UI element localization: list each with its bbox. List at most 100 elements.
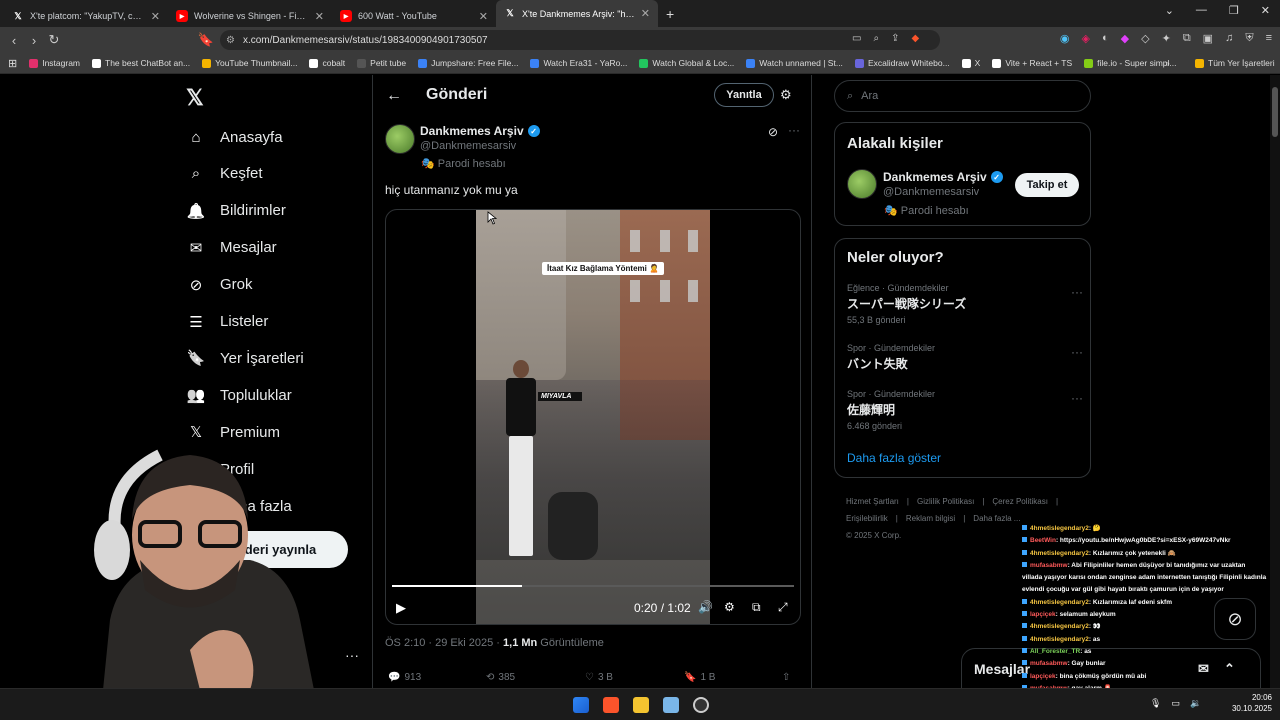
extension-icon[interactable]: ◐ bbox=[1102, 32, 1109, 45]
extension-icon[interactable]: ✦ bbox=[1162, 32, 1171, 45]
obs-icon[interactable] bbox=[693, 697, 709, 713]
footer-link[interactable]: Hizmet Şartları bbox=[846, 497, 899, 506]
url-field[interactable]: ⚙ x.com/Dankmemesarsiv/status/1983400904… bbox=[220, 30, 940, 50]
nav-item[interactable]: ☰ Listeler bbox=[186, 312, 268, 332]
close-tab-icon[interactable]: ✕ bbox=[479, 10, 488, 23]
file-explorer-icon[interactable] bbox=[633, 697, 649, 713]
browser-tab[interactable]: 𝕏X'te Dankmemes Arşiv: "hiç utan✕ bbox=[496, 0, 658, 27]
trend-more-icon[interactable]: ··· bbox=[1071, 345, 1083, 359]
bookmark-item[interactable]: X bbox=[961, 58, 980, 68]
bookmark-item[interactable]: Vite + React + TS bbox=[992, 58, 1072, 68]
share-action[interactable]: ⇧ bbox=[782, 672, 790, 683]
trend-item[interactable]: Eğlence · Gündemdekiler スーパー戦隊シリーズ 55,3 B … bbox=[847, 283, 966, 325]
author-name-row[interactable]: Dankmemes Arşiv ✓ bbox=[420, 124, 540, 138]
play-icon[interactable]: ▶ bbox=[396, 600, 406, 616]
reload-icon[interactable]: ↻ bbox=[44, 32, 64, 48]
video-player[interactable]: İtaat Kız Bağlama Yöntemi 🙎 MIYAVLA ▶ 0:… bbox=[385, 209, 801, 625]
author-name[interactable]: Dankmemes Arşiv bbox=[420, 124, 524, 138]
fullscreen-icon[interactable]: ⤢ bbox=[778, 600, 788, 615]
related-handle[interactable]: @Dankmemesarsiv bbox=[883, 186, 979, 198]
extension-icon[interactable]: ◉ bbox=[1060, 32, 1070, 45]
bookmark-page-icon[interactable]: 🔖 bbox=[196, 32, 216, 48]
close-tab-icon[interactable]: ✕ bbox=[641, 7, 650, 20]
extension-icon[interactable]: ◈ bbox=[1082, 32, 1090, 45]
video-frame[interactable]: İtaat Kız Bağlama Yöntemi 🙎 MIYAVLA bbox=[476, 210, 710, 624]
speaker-icon[interactable]: 🔉 bbox=[1190, 698, 1201, 709]
bookmark-item[interactable]: Watch Era31 - YaRo... bbox=[530, 58, 627, 68]
nav-item[interactable]: 🔔 Bildirimler bbox=[186, 201, 286, 221]
video-progress-bar[interactable] bbox=[392, 585, 794, 587]
trend-item[interactable]: Spor · Gündemdekiler バント失敗 bbox=[847, 343, 935, 372]
reply-button[interactable]: Yanıtla bbox=[714, 83, 774, 107]
reply-action[interactable]: 💬 913 bbox=[388, 672, 421, 683]
search-box[interactable]: ⌕ Ara bbox=[834, 80, 1091, 112]
footer-link[interactable]: Erişilebilirlik bbox=[846, 514, 888, 523]
bookmark-item[interactable]: YouTube Thumbnail... bbox=[202, 58, 297, 68]
tab-search-icon[interactable]: ⌄ bbox=[1165, 4, 1174, 17]
site-info-icon[interactable]: ⚙ bbox=[226, 35, 235, 46]
bookmark-item[interactable]: cobalt bbox=[309, 58, 345, 68]
music-icon[interactable]: ♫ bbox=[1225, 32, 1233, 45]
extension-icon[interactable]: ◆ bbox=[1121, 32, 1129, 45]
nav-item[interactable]: ⌂ Anasayfa bbox=[186, 127, 282, 147]
brave-browser-icon[interactable] bbox=[603, 697, 619, 713]
monitor-icon[interactable]: ▭ bbox=[1171, 698, 1180, 709]
nav-item[interactable]: ✉ Mesajlar bbox=[186, 238, 277, 258]
share-icon[interactable]: ⇪ bbox=[891, 33, 899, 44]
retweet-action[interactable]: ⟲ 385 bbox=[486, 672, 515, 683]
mic-icon[interactable]: 🎙 bbox=[1150, 698, 1161, 709]
more-options-icon[interactable]: ··· bbox=[788, 123, 800, 137]
sliders-icon[interactable]: ⚙ bbox=[780, 87, 792, 103]
photos-icon[interactable] bbox=[663, 697, 679, 713]
related-name[interactable]: Dankmemes Arşiv bbox=[883, 170, 987, 184]
brave-shield-icon[interactable]: ◆ bbox=[911, 33, 919, 44]
close-tab-icon[interactable]: ✕ bbox=[315, 10, 324, 23]
settings-icon[interactable]: ⚙ bbox=[724, 600, 735, 614]
show-more-link[interactable]: Daha fazla göster bbox=[847, 451, 941, 465]
start-icon[interactable] bbox=[573, 697, 589, 713]
grok-explain-icon[interactable]: ⊘ bbox=[768, 125, 778, 139]
wallet-icon[interactable]: ⛨ bbox=[1245, 32, 1253, 45]
avatar[interactable] bbox=[385, 124, 415, 154]
author-handle[interactable]: @Dankmemesarsiv bbox=[420, 140, 516, 152]
new-tab-button[interactable]: + bbox=[666, 6, 674, 22]
bookmark-action[interactable]: 🔖 1 B bbox=[684, 672, 715, 683]
follow-button[interactable]: Takip et bbox=[1015, 173, 1079, 197]
footer-link[interactable]: Gizlilik Politikası bbox=[917, 497, 974, 506]
nav-item[interactable]: ⌕ Keşfet bbox=[186, 164, 263, 184]
account-menu-icon[interactable]: ··· bbox=[345, 647, 359, 663]
browser-tab[interactable]: ▶ 600 Watt - YouTube ✕ bbox=[332, 5, 496, 27]
close-tab-icon[interactable]: ✕ bbox=[151, 10, 160, 23]
apps-icon[interactable]: ⊞ bbox=[8, 57, 17, 70]
extension-icon[interactable]: ◇ bbox=[1141, 32, 1149, 45]
bookmark-item[interactable]: The best ChatBot an... bbox=[92, 58, 190, 68]
back-arrow-icon[interactable]: ← bbox=[386, 87, 402, 105]
related-name-row[interactable]: Dankmemes Arşiv ✓ bbox=[883, 170, 1003, 184]
minimize-button[interactable]: — bbox=[1196, 4, 1207, 17]
maximize-button[interactable]: ❐ bbox=[1229, 4, 1239, 17]
x-logo-icon[interactable]: 𝕏 bbox=[186, 85, 204, 111]
bookmark-item[interactable]: Watch unnamed | St... bbox=[746, 58, 843, 68]
bookmark-item[interactable]: Petit tube bbox=[357, 58, 406, 68]
forward-icon[interactable]: › bbox=[24, 33, 44, 48]
pip-icon[interactable]: ⧉ bbox=[752, 600, 761, 615]
cast-icon[interactable]: ▭ bbox=[852, 33, 861, 44]
trend-item[interactable]: Spor · Gündemdekiler 佐藤輝明 6.468 gönderi bbox=[847, 389, 935, 431]
volume-icon[interactable]: 🔊 bbox=[698, 600, 713, 614]
bookmark-item[interactable]: file.io - Super simpl... bbox=[1084, 58, 1177, 68]
nav-item[interactable]: ⊘ Grok bbox=[186, 275, 253, 295]
footer-link[interactable]: Çerez Politikası bbox=[992, 497, 1048, 506]
extensions-puzzle-icon[interactable]: ⧉ bbox=[1183, 32, 1191, 45]
related-avatar[interactable] bbox=[847, 169, 877, 199]
nav-item[interactable]: 👥 Topluluklar bbox=[186, 385, 292, 405]
trend-more-icon[interactable]: ··· bbox=[1071, 391, 1083, 405]
bookmarks-overflow-icon[interactable]: » bbox=[1165, 58, 1170, 68]
browser-tab[interactable]: ▶Wolverine vs Shingen - Fight Scene -✕ bbox=[168, 5, 332, 27]
sidebar-icon[interactable]: ▣ bbox=[1203, 32, 1213, 45]
bookmark-item[interactable]: Excalidraw Whitebo... bbox=[854, 58, 950, 68]
nav-item[interactable]: 🔖 Yer İşaretleri bbox=[186, 348, 304, 368]
footer-link[interactable]: Reklam bilgisi bbox=[906, 514, 955, 523]
bookmark-item[interactable]: Watch Global & Loc... bbox=[639, 58, 734, 68]
trend-more-icon[interactable]: ··· bbox=[1071, 285, 1083, 299]
bookmark-item[interactable]: Instagram bbox=[29, 58, 80, 68]
